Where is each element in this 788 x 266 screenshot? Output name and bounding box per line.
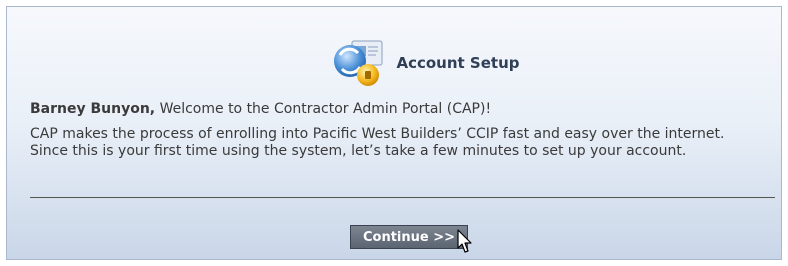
- panel-header: Account Setup: [7, 35, 781, 91]
- account-setup-panel: Account Setup Barney Bunyon, Welcome to …: [6, 6, 782, 260]
- page-title: Account Setup: [396, 54, 520, 72]
- welcome-text: Welcome to the Contractor Admin Portal (…: [155, 101, 492, 117]
- welcome-message: Barney Bunyon, Welcome to the Contractor…: [30, 101, 761, 117]
- account-setup-icon: [334, 40, 383, 86]
- divider: [30, 197, 775, 199]
- mouse-cursor-icon: [457, 229, 472, 253]
- continue-button[interactable]: Continue >>: [350, 225, 468, 249]
- user-name: Barney Bunyon,: [30, 101, 156, 117]
- description-text: CAP makes the process of enrolling into …: [30, 126, 725, 159]
